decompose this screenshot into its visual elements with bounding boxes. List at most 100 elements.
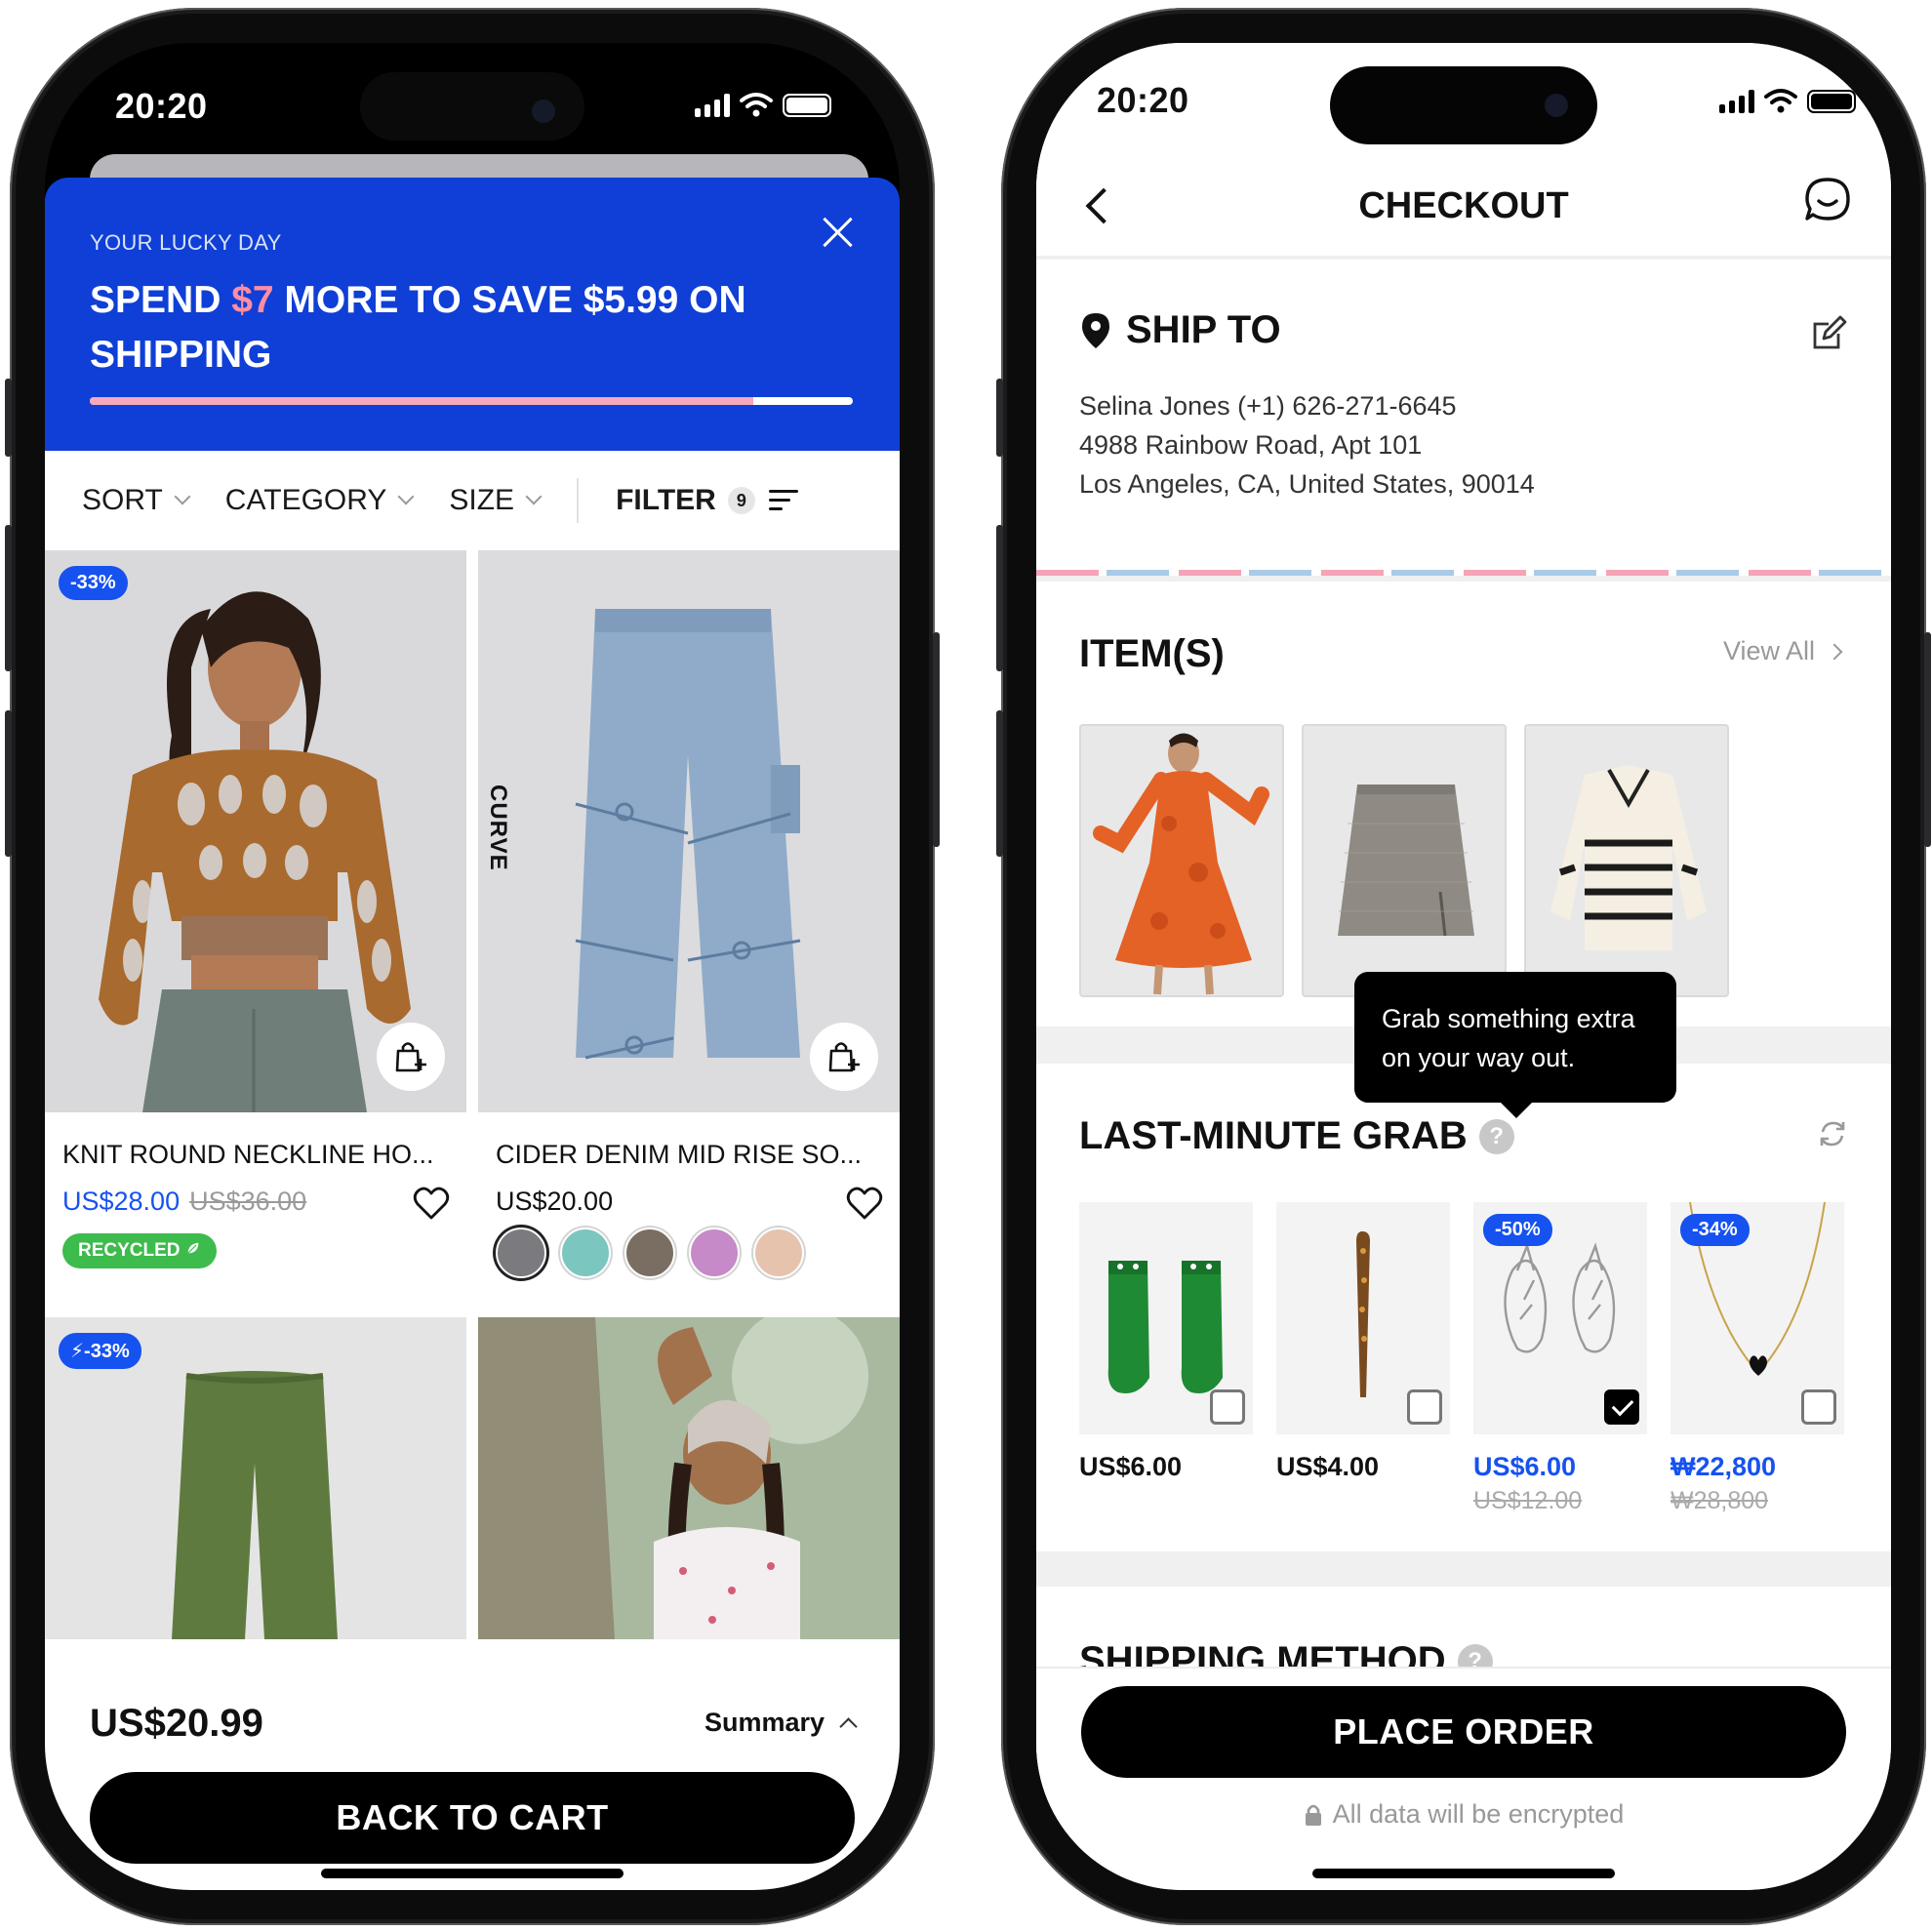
sort-dropdown[interactable]: SORT [82, 484, 191, 517]
cart-item-thumbnail[interactable] [1524, 724, 1729, 997]
sale-price: US$28.00 [62, 1187, 181, 1216]
ship-to-label: SHIP TO [1126, 308, 1281, 351]
select-checkbox-checked[interactable] [1604, 1389, 1639, 1425]
product-image[interactable]: -33% [45, 550, 466, 1112]
product-image[interactable]: CURVE [478, 550, 900, 1112]
wishlist-heart-icon[interactable] [412, 1185, 451, 1224]
product-image[interactable]: ⚡-33% [45, 1317, 466, 1639]
cart-total: US$20.99 [90, 1702, 263, 1745]
color-swatch[interactable] [496, 1228, 546, 1278]
size-label: SIZE [449, 484, 515, 516]
place-order-button[interactable]: PLACE ORDER [1081, 1686, 1846, 1778]
product-grid: -33% KNIT ROUND NECKLINE HO... US$28.00 U… [45, 550, 900, 1672]
page-title: CHECKOUT [1358, 185, 1569, 226]
filter-button[interactable]: FILTER 9 [616, 484, 798, 517]
promo-headline-part: SPEND [90, 279, 232, 321]
back-to-cart-button[interactable]: BACK TO CART [90, 1772, 855, 1864]
curve-side-label: CURVE [485, 785, 511, 871]
battery-icon [1807, 90, 1856, 113]
grab-original-price: US$12.00 [1473, 1487, 1583, 1514]
status-bar: 20:20 [45, 43, 900, 150]
tooltip-line: Grab something extra [1382, 1004, 1635, 1033]
help-question-icon[interactable]: ? [1478, 1118, 1514, 1154]
recycled-tag-label: RECYCLED [78, 1240, 181, 1261]
original-price: US$36.00 [189, 1187, 307, 1216]
shipping-address: Selina Jones (+1) 626-271-6645 4988 Rain… [1079, 386, 1535, 503]
phone-volume-up [5, 525, 12, 671]
cart-item-thumbnail[interactable] [1079, 724, 1284, 997]
customer-service-chat-icon[interactable] [1803, 176, 1852, 224]
screen-shopping-list: 20:20 YOUR LUCKY DAY SPEND $7 MORE TO SA… [45, 43, 900, 1890]
filter-count-badge: 9 [727, 487, 755, 514]
items-section: ITEM(S) View All [1036, 582, 1891, 1026]
close-icon[interactable] [822, 215, 855, 248]
chevron-up-icon [839, 1717, 858, 1736]
summary-toggle[interactable]: Summary [704, 1708, 858, 1738]
recycled-tag: RECYCLED [62, 1233, 217, 1268]
product-title[interactable]: KNIT ROUND NECKLINE HO... [62, 1140, 453, 1170]
price: US$20.00 [496, 1187, 614, 1216]
wishlist-heart-icon[interactable] [845, 1185, 884, 1224]
last-minute-heading: LAST-MINUTE GRAB? [1079, 1114, 1514, 1158]
chevron-down-icon [397, 488, 415, 505]
tooltip-line: on your way out. [1382, 1043, 1576, 1072]
discount-badge: -50% [1483, 1214, 1552, 1246]
refresh-icon[interactable] [1817, 1118, 1848, 1149]
cart-item-thumbnail[interactable] [1302, 724, 1507, 997]
discount-value: -33% [84, 1341, 130, 1362]
color-swatches [496, 1228, 804, 1278]
filter-label: FILTER [616, 484, 716, 516]
add-to-bag-button[interactable] [377, 1023, 445, 1091]
leaf-icon [186, 1241, 200, 1255]
discount-badge: -33% [59, 566, 128, 600]
product-price: US$20.00 [496, 1187, 613, 1217]
wifi-icon [740, 93, 773, 117]
lock-icon [1305, 1804, 1321, 1826]
view-all-link[interactable]: View All [1723, 636, 1843, 666]
status-icons [695, 92, 831, 117]
phone-side-button [996, 379, 1003, 457]
progress-fill [90, 397, 754, 405]
shopping-bag-plus-icon [395, 1042, 426, 1072]
add-to-bag-button[interactable] [810, 1023, 878, 1091]
color-swatch[interactable] [689, 1228, 740, 1278]
grab-price: US$6.00 [1079, 1452, 1183, 1481]
address-city: Los Angeles, CA, United States, 90014 [1079, 469, 1535, 499]
product-price: US$28.00 US$36.00 [62, 1187, 306, 1217]
status-time: 20:20 [1097, 80, 1189, 120]
category-dropdown[interactable]: CATEGORY [225, 484, 415, 517]
shopping-bag-plus-icon [828, 1042, 860, 1072]
summary-label: Summary [704, 1708, 825, 1737]
select-checkbox[interactable] [1801, 1389, 1836, 1425]
select-checkbox[interactable] [1210, 1389, 1245, 1425]
lightning-icon: ⚡ [70, 1341, 85, 1362]
color-swatch[interactable] [753, 1228, 804, 1278]
size-dropdown[interactable]: SIZE [449, 484, 543, 517]
filter-lines-icon [768, 490, 798, 511]
ship-to-section: SHIP TO Selina Jones (+1) 626-271-6645 4… [1036, 260, 1891, 574]
product-title[interactable]: CIDER DENIM MID RISE SO... [496, 1140, 886, 1170]
home-indicator[interactable] [1312, 1869, 1615, 1878]
grab-price: ₩22,800 [1670, 1452, 1777, 1481]
status-icons [1719, 88, 1856, 113]
product-image[interactable] [478, 1317, 900, 1639]
free-shipping-progress-bar [90, 397, 853, 405]
phone-frame-left: 20:20 YOUR LUCKY DAY SPEND $7 MORE TO SA… [5, 8, 940, 1925]
last-minute-grab-section: LAST-MINUTE GRAB? US$6.00 US$4.00 -50% U… [1036, 1064, 1891, 1551]
phone-volume-up [996, 525, 1003, 671]
items-heading: ITEM(S) [1079, 632, 1225, 675]
orange-dress-image [1081, 726, 1282, 995]
dynamic-island [1330, 66, 1597, 144]
last-minute-tooltip: Grab something extra on your way out. [1354, 972, 1676, 1118]
product-photo-floral-top [478, 1317, 900, 1639]
place-order-footer: PLACE ORDER All data will be encrypted [1036, 1667, 1891, 1890]
select-checkbox[interactable] [1407, 1389, 1442, 1425]
phone-frame-right: 20:20 CHECKOUT SHIP TO Selina Jones (+1)… [996, 8, 1931, 1925]
color-swatch[interactable] [560, 1228, 611, 1278]
airmail-stripe [1036, 570, 1891, 576]
chevron-down-icon [174, 488, 191, 505]
home-indicator[interactable] [321, 1869, 624, 1878]
chevron-right-icon [1826, 643, 1843, 660]
edit-address-icon[interactable] [1809, 314, 1848, 353]
color-swatch[interactable] [624, 1228, 675, 1278]
